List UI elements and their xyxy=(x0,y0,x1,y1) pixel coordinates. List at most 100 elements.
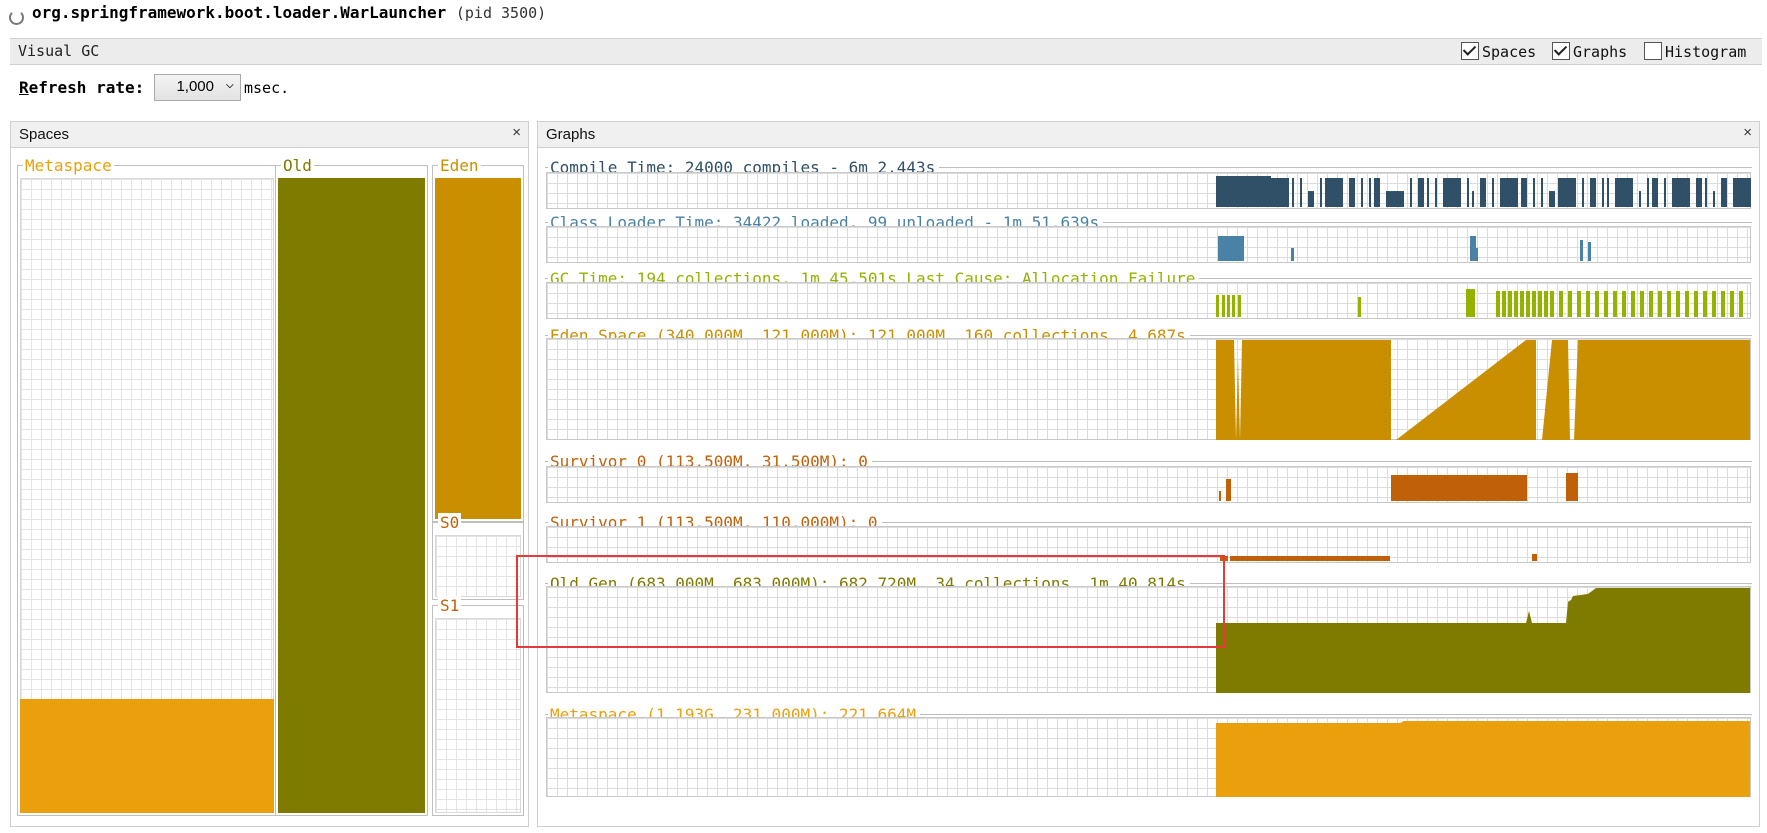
graph-mark xyxy=(1639,191,1641,207)
graph-mark xyxy=(1549,191,1555,207)
spaces-checkbox[interactable]: Spaces xyxy=(1461,42,1536,61)
graph-mark xyxy=(1640,291,1644,317)
graph-mark xyxy=(1500,178,1518,207)
graph-mark xyxy=(1216,721,1750,797)
graph-mark xyxy=(1615,178,1633,207)
graph-mark xyxy=(1685,291,1689,317)
graph-mark xyxy=(1271,178,1289,207)
graph-mark xyxy=(1703,291,1707,317)
graph-mark xyxy=(1435,178,1437,207)
graph-mark xyxy=(1649,291,1653,317)
graph-mark xyxy=(1427,178,1429,207)
tab-visual-gc[interactable]: Visual GC xyxy=(18,42,99,60)
graph-mark xyxy=(1480,178,1486,207)
graph-mark xyxy=(1544,291,1548,317)
graph-mark xyxy=(1558,178,1576,207)
graph-mark xyxy=(1308,191,1314,207)
graph-mark xyxy=(1227,295,1230,317)
refresh-rate-label: Refresh rate: xyxy=(19,78,144,97)
spaces-panel-header: Spaces × xyxy=(10,121,529,148)
graph-mark xyxy=(1349,178,1355,207)
graph-mark xyxy=(1386,191,1404,207)
visual-gc-tab-bar: Visual GC Spaces Graphs Histogram xyxy=(10,38,1762,65)
graph-mark xyxy=(1443,178,1461,207)
metaspace-fill-bar xyxy=(20,699,274,813)
highlight-rectangle xyxy=(516,555,1225,648)
graph-mark xyxy=(1559,291,1563,317)
graph-mark xyxy=(1216,295,1219,317)
application-name: org.springframework.boot.loader.WarLaunc… xyxy=(32,3,447,22)
graph-mark xyxy=(1713,191,1715,207)
refresh-label-text: efresh rate: xyxy=(28,78,145,97)
graph-mark xyxy=(1672,178,1690,207)
s1-space: S1 xyxy=(432,596,524,816)
graphs-panel-title: Graphs xyxy=(546,126,596,143)
metaspace-label: Metaspace xyxy=(23,156,114,175)
close-icon[interactable]: × xyxy=(512,124,521,141)
loading-spinner-icon xyxy=(9,10,24,25)
graph-mark xyxy=(1358,297,1361,317)
old-label: Old xyxy=(281,156,314,175)
graph-plot-meta xyxy=(1216,721,1750,797)
graph-mark xyxy=(1396,340,1536,440)
graph-mark xyxy=(1374,178,1380,207)
graph-mark xyxy=(1496,291,1500,317)
graph-mark xyxy=(1538,291,1542,317)
spaces-panel: Metaspace Old Eden S0 S1 xyxy=(10,147,529,827)
checkbox-checked-icon[interactable] xyxy=(1461,42,1479,60)
graph-mark xyxy=(1502,291,1506,317)
graph-mark xyxy=(1216,588,1750,693)
checkbox-unchecked-icon[interactable] xyxy=(1644,42,1662,60)
graph-mark xyxy=(1577,291,1581,317)
graph-mark xyxy=(1676,291,1680,317)
graph-mark xyxy=(1590,178,1596,207)
graph-mark xyxy=(1588,242,1591,261)
metaspace-space: Metaspace xyxy=(17,156,277,816)
graph-mark xyxy=(1410,178,1412,207)
graph-mark xyxy=(1667,291,1671,317)
graph-mark xyxy=(1607,178,1609,207)
graph-mark xyxy=(1595,291,1599,317)
old-fill-bar xyxy=(278,178,425,813)
graph-mark xyxy=(1291,248,1294,261)
graph-mark xyxy=(1292,178,1294,207)
graph-mark xyxy=(1533,178,1535,207)
graph-mark xyxy=(1696,178,1702,207)
graph-mark xyxy=(1492,178,1494,207)
graph-mark xyxy=(1721,178,1727,207)
graph-mark xyxy=(1664,178,1666,207)
graph-mark xyxy=(1658,291,1662,317)
graph-mark xyxy=(1582,178,1584,207)
refresh-rate-unit: msec. xyxy=(244,79,290,97)
window-titlebar: org.springframework.boot.loader.WarLaunc… xyxy=(0,0,1767,26)
graph-mark xyxy=(1467,178,1469,207)
process-id: (pid 3500) xyxy=(455,4,547,22)
graph-mark xyxy=(1508,291,1512,317)
graph-mark xyxy=(1300,178,1302,207)
checkbox-checked-icon[interactable] xyxy=(1552,42,1570,60)
graph-mark xyxy=(1361,178,1363,207)
histogram-checkbox[interactable]: Histogram xyxy=(1644,42,1746,61)
eden-fill-bar xyxy=(435,178,521,519)
graph-mark xyxy=(1568,291,1572,317)
histogram-checkbox-label: Histogram xyxy=(1665,43,1747,61)
graph-plot-classloader xyxy=(1218,236,1591,261)
graph-mark xyxy=(1230,556,1390,561)
graphs-checkbox[interactable]: Graphs xyxy=(1552,42,1627,61)
graph-mark xyxy=(1514,291,1518,317)
spaces-checkbox-label: Spaces xyxy=(1482,43,1537,61)
eden-space: Eden xyxy=(432,156,524,522)
graph-mark xyxy=(1647,178,1649,207)
close-icon[interactable]: × xyxy=(1743,124,1752,141)
eden-label: Eden xyxy=(438,156,481,175)
graph-mark xyxy=(1418,178,1424,207)
graph-mark xyxy=(1705,178,1707,207)
graph-mark xyxy=(1613,291,1617,317)
window-title: org.springframework.boot.loader.WarLaunc… xyxy=(32,3,546,22)
refresh-rate-select[interactable]: 1,000 ⌵ xyxy=(154,74,241,101)
graph-mark xyxy=(1472,191,1474,207)
graph-mark xyxy=(1520,291,1524,317)
graph-mark xyxy=(1586,291,1590,317)
graph-mark xyxy=(1218,236,1244,261)
graph-mark xyxy=(1216,340,1391,440)
